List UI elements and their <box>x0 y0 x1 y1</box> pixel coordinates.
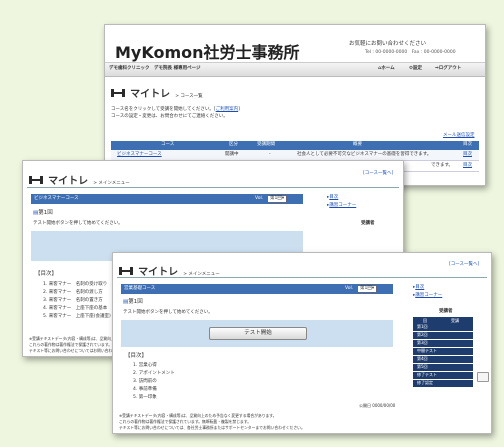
app-title: マイトレ <box>48 176 89 187</box>
app-header: マイトレ > コース一覧 <box>111 82 203 101</box>
side-progress-table: 第1回 第2回 第3回 中間テスト 第4回 第5回 修了テスト 修了認定 <box>413 324 473 388</box>
list-item: 修了テスト <box>413 372 473 380</box>
nav-logout-link[interactable]: ⇒ログアウト <box>435 66 461 72</box>
footer-note: テキスト等にお問い合わせについては、各社労士事務所またはサポートセンターまでお問… <box>119 425 305 430</box>
toc-item: 2. アポイントメント <box>133 371 175 376</box>
lesson-instruction: テスト開始ボタンを押して始めてください。 <box>123 310 213 315</box>
test-start-button[interactable]: テスト開始 <box>209 327 307 340</box>
lesson-instruction: テスト開始ボタンを押して始めてください。 <box>33 221 123 226</box>
course-title-bar: ビジネスマナーコース Vol. 第1回▾ <box>31 194 303 204</box>
side-link-toc[interactable]: ▸目次 <box>327 195 338 201</box>
chevron-down-icon: ▾ <box>281 196 285 201</box>
volume-select[interactable]: 第1回▾ <box>357 285 378 293</box>
toc-item: 4. 事前準備 <box>133 387 157 392</box>
nav-bar: デモ歯科クリニック デモ院長 様専用ページ ⌂ホーム ⚙設定 ⇒ログアウト <box>105 62 485 77</box>
intro-text-2: コースの設定・変更は、お問合わせにてご連絡ください。 <box>111 114 228 119</box>
course-table-header: コース 区分 受講期間 概要 目次 <box>111 141 479 150</box>
test-panel: テスト開始 <box>121 320 393 347</box>
dumbbell-icon <box>111 89 125 97</box>
logo-brand: MyKomon <box>115 43 204 62</box>
lesson-heading: ▤第1回 <box>123 299 143 305</box>
toc-title: 【目次】 <box>35 271 58 277</box>
toc-item: 5. 来客マナー 上座下座(会議室) <box>43 314 111 319</box>
toc-item: 3. 来客マナー 名刺の置き方 <box>43 298 103 303</box>
course-title-bar: 営業基礎コース Vol. 第1回▾ <box>121 284 393 294</box>
logo-office: 社労士事務所 <box>203 43 300 62</box>
course-list-link[interactable]: [コース一覧へ] <box>449 262 479 268</box>
breadcrumb: > コース一覧 <box>175 94 203 99</box>
course-title: ビジネスマナーコース <box>34 196 79 201</box>
mail-settings-link[interactable]: メール送信設定 <box>443 133 475 139</box>
nav-settings-link[interactable]: ⚙設定 <box>409 66 422 72</box>
side-header: 受講者 <box>361 221 375 226</box>
toc-item: 2. 来客マナー 名刺の渡し方 <box>43 290 103 295</box>
side-link-lecture[interactable]: ▸講習コーナー <box>327 203 356 209</box>
contact-label: お気軽にお問い合わせください <box>349 41 427 47</box>
app-header: マイトレ > メインメニュー <box>29 169 130 188</box>
toc-item: 1. 来客マナー 名刺の受け取り <box>43 282 108 287</box>
dumbbell-icon <box>29 176 43 184</box>
volume-select[interactable]: 第1回▾ <box>267 195 288 203</box>
toc-item: 1. 営業心得 <box>133 363 157 368</box>
course-list-link[interactable]: [コース一覧へ] <box>363 171 393 177</box>
list-item: 第5回 <box>413 364 473 372</box>
side-table-header: 回 受講 <box>413 317 473 324</box>
certificate-icon <box>477 372 489 382</box>
list-item: 第1回 <box>413 324 473 332</box>
toc-item: 3. 訪問前の <box>133 379 157 384</box>
toc-item: 4. 来客マナー 上座下座の基本 <box>43 306 108 311</box>
dumbbell-icon <box>119 267 133 275</box>
lesson-heading: ▤第1回 <box>33 210 53 216</box>
breadcrumb: > メインメニュー <box>93 181 130 186</box>
side-header-bar <box>329 229 393 236</box>
toc-item: 5. 第一印象 <box>133 395 157 400</box>
toc-link[interactable]: 目次 <box>463 152 472 158</box>
side-header: 受講者 <box>439 309 453 314</box>
list-item: 中間テスト <box>413 348 473 356</box>
course-link-business-manner[interactable]: ビジネスマナーコース <box>117 152 162 158</box>
sales-basic-menu-window: マイトレ > メインメニュー [コース一覧へ] 営業基礎コース Vol. 第1回… <box>112 252 492 434</box>
side-link-toc[interactable]: ▸目次 <box>413 285 424 291</box>
site-logo[interactable]: MyKomon社労士事務所 <box>115 39 300 63</box>
list-item: 第4回 <box>413 356 473 364</box>
contact-tel-fax: Tel : 00-0000-0000 Fax : 00-0000-0000 <box>365 50 456 55</box>
chevron-down-icon: ▾ <box>371 286 375 291</box>
side-link-lecture[interactable]: ▸講習コーナー <box>413 293 442 299</box>
nav-clinic-name: デモ歯科クリニック デモ院長 様専用ページ <box>109 66 201 71</box>
toc-link[interactable]: 目次 <box>463 163 472 169</box>
list-item: 修了認定 <box>413 380 473 388</box>
toc-title: 【目次】 <box>125 353 148 359</box>
guide-link[interactable]: ご利用案内 <box>216 107 239 112</box>
app-title: マイトレ <box>130 89 171 100</box>
nav-home-link[interactable]: ⌂ホーム <box>378 66 395 72</box>
list-item: 第3回 <box>413 340 473 348</box>
list-item: 第2回 <box>413 332 473 340</box>
intro-text: コース名をクリックして受講を開始してください。[ご利用案内] <box>111 107 240 112</box>
course-title: 営業基礎コース <box>124 286 156 291</box>
publish-date: 公開日 0000/00/00 <box>359 403 396 408</box>
